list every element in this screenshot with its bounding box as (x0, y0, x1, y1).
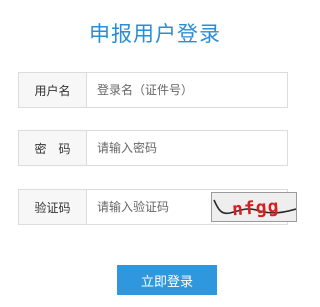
captcha-text: nfgg (231, 196, 280, 220)
captcha-input[interactable] (87, 190, 211, 224)
password-label: 密 码 (19, 131, 87, 165)
password-row: 密 码 (18, 130, 288, 166)
login-button[interactable]: 立即登录 (117, 265, 217, 295)
password-input[interactable] (87, 131, 287, 165)
username-row: 用户名 (18, 72, 288, 108)
captcha-svg: nfgg (212, 193, 296, 221)
page-title: 申报用户登录 (89, 22, 221, 46)
username-input[interactable] (87, 73, 287, 107)
captcha-image[interactable]: nfgg (211, 192, 297, 222)
username-label: 用户名 (19, 73, 87, 107)
captcha-label: 验证码 (19, 190, 87, 224)
captcha-row: 验证码 nfgg (18, 189, 297, 225)
